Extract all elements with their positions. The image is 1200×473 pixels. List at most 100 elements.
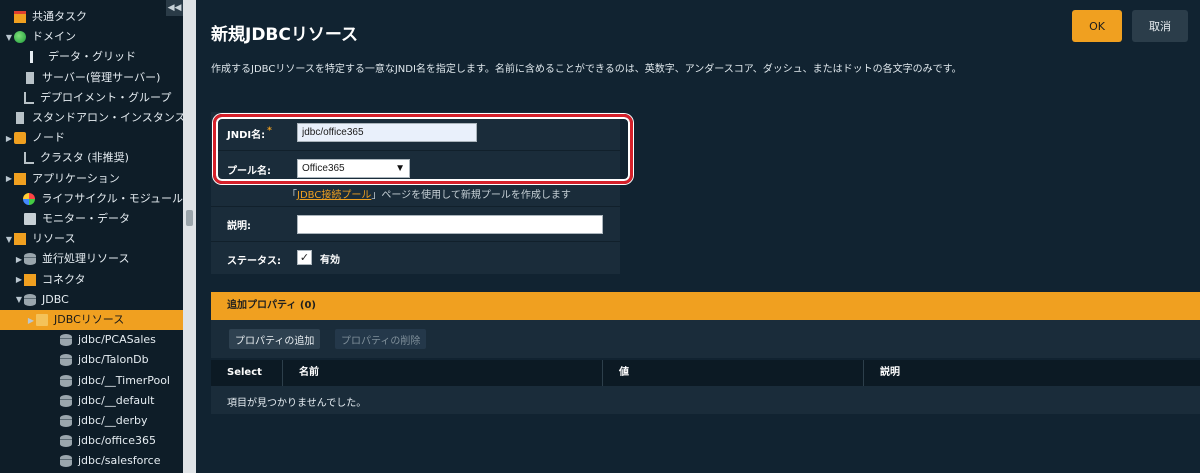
- database-icon: [60, 374, 72, 387]
- jndi-name-input[interactable]: [297, 123, 477, 142]
- database-icon: [60, 354, 72, 367]
- cancel-button[interactable]: 取消: [1132, 10, 1188, 42]
- database-icon: [60, 455, 72, 468]
- server-icon: [26, 71, 34, 84]
- description-input[interactable]: [297, 215, 603, 234]
- required-marker: *: [267, 126, 272, 136]
- monitor-data-icon: [24, 213, 36, 225]
- sidebar-item-label: jdbc/TalonDb: [78, 353, 149, 367]
- pool-name-select[interactable]: Office365 ▼: [297, 159, 410, 178]
- sidebar-item[interactable]: デプロイメント・グループ: [0, 88, 183, 108]
- column-header-value[interactable]: 値: [603, 360, 864, 386]
- delete-property-button[interactable]: プロパティの削除: [335, 329, 427, 349]
- jdbc-connection-pool-link[interactable]: JDBC接続プール: [297, 190, 371, 201]
- status-enabled-checkbox[interactable]: ✓: [297, 250, 312, 265]
- sidebar-item[interactable]: データ・グリッド: [0, 47, 183, 67]
- sidebar-item[interactable]: スタンドアロン・インスタンス: [0, 108, 183, 128]
- additional-properties-header: 追加プロパティ (0): [211, 292, 1200, 320]
- sidebar-item-label: リソース: [32, 232, 76, 246]
- sidebar-item[interactable]: jdbc/__default: [0, 391, 183, 411]
- sidebar-item[interactable]: jdbc/office365: [0, 431, 183, 451]
- sidebar-item-label: jdbc/__default: [78, 393, 155, 407]
- tree-icon: [24, 152, 34, 165]
- sidebar-item-label: jdbc/salesforce: [78, 454, 161, 468]
- sidebar-item[interactable]: jdbc/salesforce: [0, 451, 183, 471]
- sidebar-scrollbar[interactable]: [183, 0, 196, 473]
- sidebar-item[interactable]: ▶ JDBCリソース: [0, 310, 183, 330]
- sidebar-item-label: サーバー(管理サーバー): [42, 70, 161, 84]
- box-icon: [24, 273, 36, 286]
- sidebar-item-label: アプリケーション: [32, 171, 120, 185]
- description-label: 説明:: [227, 221, 251, 232]
- sidebar-item[interactable]: ▶ 並行処理リソース: [0, 249, 183, 269]
- sidebar-item[interactable]: モニター・データ: [0, 209, 183, 229]
- sidebar-item[interactable]: ライフサイクル・モジュール: [0, 189, 183, 209]
- sidebar-item-label: デプロイメント・グループ: [40, 90, 172, 104]
- pool-name-label: プール名:: [227, 166, 271, 177]
- sidebar-item[interactable]: ▶ アプリケーション: [0, 169, 183, 189]
- column-header-select[interactable]: Select: [211, 360, 283, 386]
- calendar-icon: [14, 11, 26, 23]
- database-icon: [60, 435, 72, 448]
- page-title: 新規JDBCリソース: [211, 25, 359, 45]
- sidebar-item-label: コネクタ: [42, 272, 86, 286]
- navigation-sidebar: 共通タスク ▼ ドメインデータ・グリッドサーバー(管理サーバー) デプロイメント・グル…: [0, 0, 183, 473]
- collapse-sidebar-icon[interactable]: ◀◀: [166, 0, 183, 16]
- expand-toggle-icon[interactable]: ▼: [14, 295, 24, 304]
- sidebar-item[interactable]: jdbc/__derby: [0, 411, 183, 431]
- expand-toggle-icon[interactable]: ▼: [4, 235, 14, 244]
- lifecycle-icon: [23, 192, 36, 205]
- expand-toggle-icon[interactable]: ▶: [26, 316, 36, 325]
- column-header-description[interactable]: 説明: [864, 360, 1200, 386]
- expand-toggle-icon[interactable]: ▶: [4, 174, 14, 183]
- page-description: 作成するJDBCリソースを特定する一意なJNDI名を指定します。名前に含めること…: [211, 64, 962, 75]
- properties-table-header: Select 名前 値 説明: [211, 360, 1200, 386]
- sidebar-item[interactable]: ▼ ドメイン: [0, 27, 183, 47]
- column-header-name[interactable]: 名前: [283, 360, 603, 386]
- sidebar-item-label: 共通タスク: [32, 10, 87, 23]
- sidebar-item[interactable]: 共通タスク: [0, 7, 183, 27]
- sidebar-scrollbar-thumb[interactable]: [186, 210, 193, 226]
- sidebar-item[interactable]: サーバー(管理サーバー): [0, 68, 183, 88]
- sidebar-item-label: ドメイン: [32, 30, 76, 44]
- tree-icon: [24, 91, 34, 104]
- expand-toggle-icon[interactable]: ▶: [14, 275, 24, 284]
- sidebar-item-label: データ・グリッド: [48, 50, 136, 64]
- properties-toolbar: プロパティの追加 プロパティの削除: [211, 320, 1200, 358]
- checkmark-icon: ✓: [299, 251, 310, 264]
- sidebar-item[interactable]: jdbc/__TimerPool: [0, 371, 183, 391]
- globe-icon: [14, 31, 26, 44]
- expand-toggle-icon[interactable]: ▶: [4, 134, 14, 143]
- sidebar-item[interactable]: クラスタ (非推奨): [0, 148, 183, 168]
- expand-toggle-icon[interactable]: ▶: [14, 255, 24, 264]
- sidebar-item-label: jdbc/__TimerPool: [78, 373, 170, 387]
- sidebar-item-label: スタンドアロン・インスタンス: [32, 111, 183, 124]
- sidebar-item-label: クラスタ (非推奨): [40, 151, 129, 165]
- sidebar-item-label: ノード: [32, 131, 65, 145]
- row-divider: [211, 241, 620, 242]
- ok-button[interactable]: OK: [1072, 10, 1122, 42]
- jndi-name-label: JNDI名: *: [227, 126, 272, 141]
- sidebar-item-label: jdbc/__derby: [78, 414, 148, 427]
- status-label: ステータス:: [227, 256, 281, 267]
- sidebar-item-label: 並行処理リソース: [42, 252, 130, 266]
- sidebar-item[interactable]: jdbc/TalonDb: [0, 350, 183, 370]
- sidebar-item[interactable]: ▶ ノード: [0, 128, 183, 148]
- sidebar-item-label: ライフサイクル・モジュール: [41, 191, 183, 205]
- pool-hint-suffix: 」ページを使用して新規プールを作成します: [371, 190, 571, 201]
- add-property-button[interactable]: プロパティの追加: [229, 329, 321, 349]
- expand-toggle-icon[interactable]: ▼: [4, 33, 14, 42]
- status-enabled-label: 有効: [320, 255, 340, 266]
- folder-icon: [36, 314, 48, 326]
- sidebar-item-label: モニター・データ: [42, 212, 130, 225]
- database-icon: [60, 415, 72, 427]
- row-divider: [211, 150, 620, 151]
- properties-empty-message: 項目が見つかりませんでした。: [211, 386, 1200, 414]
- dropdown-arrow-icon: ▼: [395, 163, 405, 174]
- sidebar-item[interactable]: ▶ コネクタ: [0, 270, 183, 290]
- database-icon: [60, 394, 72, 407]
- apps-icon: [14, 172, 26, 185]
- sidebar-item[interactable]: ▼ JDBC: [0, 290, 183, 310]
- sidebar-item[interactable]: ▼ リソース: [0, 229, 183, 249]
- sidebar-item[interactable]: jdbc/PCASales: [0, 330, 183, 350]
